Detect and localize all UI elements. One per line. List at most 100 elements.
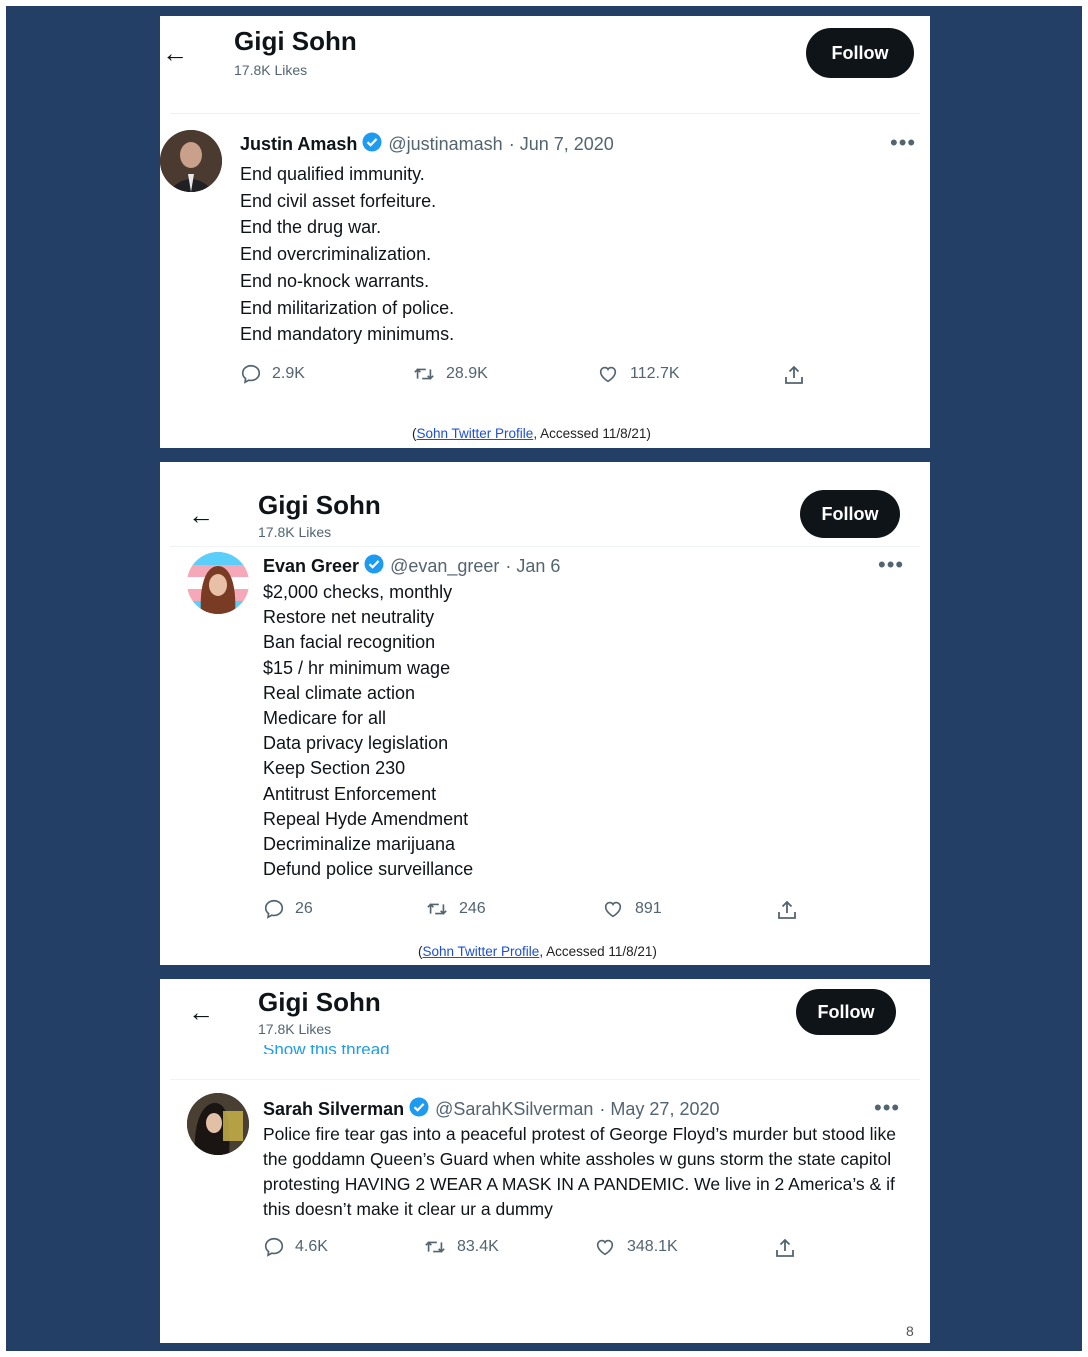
avatar-image <box>160 130 222 192</box>
share-button[interactable] <box>773 1236 807 1260</box>
screenshot-panel-greer: ← Gigi Sohn 17.8K Likes Follow Evan Gree… <box>160 462 930 965</box>
tweet-line: End mandatory minimums. <box>240 324 455 345</box>
follow-button[interactable]: Follow <box>806 28 914 78</box>
share-icon <box>776 1238 794 1257</box>
profile-name: Gigi Sohn <box>258 490 381 520</box>
tweet-line: Decriminalize marijuana <box>263 834 456 855</box>
retweet-icon <box>427 903 447 915</box>
avatar[interactable] <box>187 1093 249 1155</box>
verified-badge-icon <box>364 554 384 579</box>
tweet-line: Repeal Hyde Amendment <box>263 808 469 829</box>
like-count: 112.7K <box>630 365 680 382</box>
more-icon[interactable]: ••• <box>874 1097 900 1119</box>
tweet-line: Restore net neutrality <box>263 607 435 628</box>
reply-button[interactable]: 4.6K <box>263 1236 328 1258</box>
tweet-text: End qualified immunity. End civil asset … <box>240 161 454 348</box>
tweet-date[interactable]: · Jun 7, 2020 <box>509 134 614 155</box>
author-handle[interactable]: @SarahKSilverman <box>435 1099 593 1120</box>
like-button[interactable]: 112.7K <box>596 363 680 385</box>
citation-link[interactable]: Sohn Twitter Profile <box>423 944 540 959</box>
reply-icon <box>264 1237 284 1257</box>
retweet-button[interactable]: 246 <box>425 898 486 920</box>
share-button[interactable] <box>775 898 809 922</box>
retweet-button[interactable]: 28.9K <box>412 363 488 385</box>
retweet-count: 28.9K <box>446 365 488 382</box>
citation-accessed: , Accessed 11/8/21) <box>539 944 657 959</box>
avatar[interactable] <box>160 130 222 192</box>
back-arrow-icon[interactable]: ← <box>188 502 214 528</box>
tweet-line: End civil asset forfeiture. <box>240 190 437 211</box>
retweet-count: 83.4K <box>457 1238 499 1255</box>
reply-count: 4.6K <box>295 1238 328 1255</box>
retweet-button[interactable]: 83.4K <box>423 1236 499 1258</box>
screenshot-panel-amash: ← Gigi Sohn 17.8K Likes Follow Justin Am… <box>160 16 930 448</box>
tweet-line: Data privacy legislation <box>263 733 449 754</box>
retweet-icon <box>425 1241 445 1253</box>
avatar[interactable] <box>187 552 249 614</box>
reply-button[interactable]: 2.9K <box>240 363 305 385</box>
tweet-date[interactable]: · Jan 6 <box>505 556 560 577</box>
divider <box>170 546 920 547</box>
tweet-line: Real climate action <box>263 682 416 703</box>
citation-accessed: , Accessed 11/8/21) <box>533 426 651 441</box>
tweet-actions: 26 246 891 <box>263 898 863 928</box>
follow-button[interactable]: Follow <box>796 989 896 1035</box>
like-icon <box>599 366 617 383</box>
follow-button[interactable]: Follow <box>800 490 900 538</box>
like-icon <box>596 1239 614 1256</box>
citation: (Sohn Twitter Profile, Accessed 11/8/21) <box>418 944 657 959</box>
author-name[interactable]: Justin Amash <box>240 134 357 155</box>
screenshot-panel-silverman: ← Gigi Sohn 17.8K Likes Follow Show this… <box>160 979 930 1343</box>
citation: (Sohn Twitter Profile, Accessed 11/8/21) <box>412 426 651 441</box>
retweet-icon <box>414 368 434 380</box>
divider <box>170 113 920 114</box>
profile-likes-count: 17.8K Likes <box>258 524 332 540</box>
avatar-image <box>187 552 249 614</box>
author-handle[interactable]: @evan_greer <box>390 556 499 577</box>
back-arrow-icon[interactable]: ← <box>188 999 214 1025</box>
profile-name: Gigi Sohn <box>258 987 381 1017</box>
tweet-line: End no-knock warrants. <box>240 270 430 291</box>
more-icon[interactable]: ••• <box>878 554 904 576</box>
back-arrow-icon[interactable]: ← <box>162 40 188 66</box>
like-count: 891 <box>635 900 662 917</box>
tweet-line: End qualified immunity. <box>240 164 425 184</box>
profile-likes-count: 17.8K Likes <box>258 1021 332 1037</box>
reply-icon <box>264 899 284 919</box>
like-button[interactable]: 891 <box>601 898 662 920</box>
more-icon[interactable]: ••• <box>890 132 916 154</box>
page-number: 8 <box>906 1323 914 1339</box>
share-icon <box>778 900 796 919</box>
tweet-date[interactable]: · May 27, 2020 <box>599 1099 719 1120</box>
retweet-count: 246 <box>459 900 486 917</box>
reply-button[interactable]: 26 <box>263 898 313 920</box>
show-thread-link[interactable]: Show this thread <box>263 1045 390 1054</box>
avatar-image <box>187 1093 249 1155</box>
author-handle[interactable]: @justinamash <box>388 134 502 155</box>
tweet-line: End the drug war. <box>240 217 382 238</box>
reply-icon <box>241 364 261 384</box>
tweet-line: End militarization of police. <box>240 297 455 318</box>
verified-badge-icon <box>362 132 382 157</box>
tweet-actions: 2.9K 28.9K 112.7K <box>240 363 840 393</box>
tweet-line: Ban facial recognition <box>263 632 436 653</box>
author-name[interactable]: Evan Greer <box>263 556 359 577</box>
tweet-header: Evan Greer @evan_greer · Jan 6 <box>263 554 560 579</box>
tweet-line: End overcriminalization. <box>240 244 432 265</box>
profile-name: Gigi Sohn <box>234 26 357 56</box>
share-button[interactable] <box>782 363 816 387</box>
verified-badge-icon <box>409 1097 429 1122</box>
tweet-line: Defund police surveillance <box>263 859 474 880</box>
tweet-header: Justin Amash @justinamash · Jun 7, 2020 <box>240 132 614 157</box>
profile-header: ← Gigi Sohn 17.8K Likes Follow <box>160 16 930 86</box>
reply-count: 2.9K <box>272 365 305 382</box>
author-name[interactable]: Sarah Silverman <box>263 1099 404 1120</box>
tweet-text: Police fire tear gas into a peaceful pro… <box>263 1124 896 1219</box>
profile-header: ← Gigi Sohn 17.8K Likes Follow <box>160 462 930 540</box>
profile-likes-count: 17.8K Likes <box>234 62 308 78</box>
tweet-line: Keep Section 230 <box>263 758 406 779</box>
citation-link[interactable]: Sohn Twitter Profile <box>417 426 534 441</box>
like-button[interactable]: 348.1K <box>593 1236 678 1258</box>
tweet-text: $2,000 checks, monthly Restore net neutr… <box>263 580 473 882</box>
tweet-line: $2,000 checks, monthly <box>263 582 453 602</box>
